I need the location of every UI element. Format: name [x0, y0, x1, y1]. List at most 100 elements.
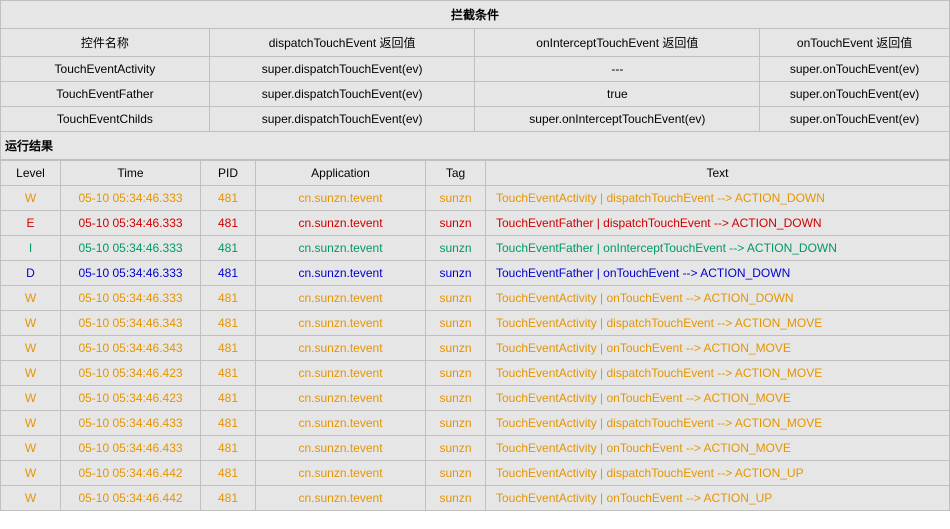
log-time: 05-10 05:34:46.343	[61, 336, 201, 361]
log-tag: sunzn	[426, 411, 486, 436]
log-pid: 481	[201, 311, 256, 336]
condition-row: TouchEventFathersuper.dispatchTouchEvent…	[1, 82, 950, 107]
log-level: W	[1, 461, 61, 486]
log-row: W05-10 05:34:46.423481cn.sunzn.teventsun…	[1, 386, 950, 411]
condition-cell: TouchEventFather	[1, 82, 210, 107]
log-row: W05-10 05:34:46.423481cn.sunzn.teventsun…	[1, 361, 950, 386]
log-table: Level Time PID Application Tag Text W05-…	[0, 160, 950, 511]
condition-cell: true	[475, 82, 760, 107]
col-ontouch: onTouchEvent 返回值	[760, 29, 950, 57]
log-tag: sunzn	[426, 336, 486, 361]
log-app: cn.sunzn.tevent	[256, 286, 426, 311]
log-level: W	[1, 311, 61, 336]
condition-row: TouchEventActivitysuper.dispatchTouchEve…	[1, 57, 950, 82]
log-level: W	[1, 386, 61, 411]
log-pid: 481	[201, 361, 256, 386]
condition-cell: super.onTouchEvent(ev)	[760, 82, 950, 107]
log-app: cn.sunzn.tevent	[256, 436, 426, 461]
log-tag: sunzn	[426, 461, 486, 486]
log-pid: 481	[201, 211, 256, 236]
log-text: TouchEventActivity | dispatchTouchEvent …	[486, 186, 950, 211]
log-row: W05-10 05:34:46.333481cn.sunzn.teventsun…	[1, 286, 950, 311]
log-pid: 481	[201, 236, 256, 261]
log-tag: sunzn	[426, 361, 486, 386]
log-tag: sunzn	[426, 236, 486, 261]
log-pid: 481	[201, 186, 256, 211]
log-text: TouchEventActivity | onTouchEvent --> AC…	[486, 386, 950, 411]
log-time: 05-10 05:34:46.333	[61, 286, 201, 311]
log-text: TouchEventActivity | onTouchEvent --> AC…	[486, 486, 950, 511]
log-header-row: Level Time PID Application Tag Text	[1, 161, 950, 186]
log-level: I	[1, 236, 61, 261]
log-row: I05-10 05:34:46.333481cn.sunzn.teventsun…	[1, 236, 950, 261]
col-dispatch: dispatchTouchEvent 返回值	[209, 29, 475, 57]
condition-cell: super.onTouchEvent(ev)	[760, 107, 950, 132]
log-text: TouchEventActivity | onTouchEvent --> AC…	[486, 286, 950, 311]
log-pid: 481	[201, 386, 256, 411]
log-app: cn.sunzn.tevent	[256, 236, 426, 261]
log-app: cn.sunzn.tevent	[256, 311, 426, 336]
log-app: cn.sunzn.tevent	[256, 261, 426, 286]
log-text: TouchEventActivity | onTouchEvent --> AC…	[486, 436, 950, 461]
log-row: W05-10 05:34:46.433481cn.sunzn.teventsun…	[1, 436, 950, 461]
log-time: 05-10 05:34:46.442	[61, 486, 201, 511]
condition-cell: super.dispatchTouchEvent(ev)	[209, 107, 475, 132]
condition-header-row: 控件名称 dispatchTouchEvent 返回值 onInterceptT…	[1, 29, 950, 57]
condition-cell: super.onTouchEvent(ev)	[760, 57, 950, 82]
log-time: 05-10 05:34:46.333	[61, 186, 201, 211]
log-time: 05-10 05:34:46.433	[61, 411, 201, 436]
log-pid: 481	[201, 261, 256, 286]
log-pid: 481	[201, 411, 256, 436]
log-tag: sunzn	[426, 286, 486, 311]
log-tag: sunzn	[426, 486, 486, 511]
log-app: cn.sunzn.tevent	[256, 386, 426, 411]
log-level: W	[1, 361, 61, 386]
log-pid: 481	[201, 336, 256, 361]
log-level: W	[1, 411, 61, 436]
log-row: W05-10 05:34:46.343481cn.sunzn.teventsun…	[1, 336, 950, 361]
condition-cell: TouchEventActivity	[1, 57, 210, 82]
log-app: cn.sunzn.tevent	[256, 336, 426, 361]
log-time: 05-10 05:34:46.333	[61, 236, 201, 261]
condition-cell: super.onInterceptTouchEvent(ev)	[475, 107, 760, 132]
log-row: W05-10 05:34:46.333481cn.sunzn.teventsun…	[1, 186, 950, 211]
log-time: 05-10 05:34:46.442	[61, 461, 201, 486]
log-pid: 481	[201, 461, 256, 486]
log-text: TouchEventActivity | dispatchTouchEvent …	[486, 411, 950, 436]
log-app: cn.sunzn.tevent	[256, 486, 426, 511]
log-text: TouchEventFather | dispatchTouchEvent --…	[486, 211, 950, 236]
log-tag: sunzn	[426, 261, 486, 286]
log-row: E05-10 05:34:46.333481cn.sunzn.teventsun…	[1, 211, 950, 236]
log-time: 05-10 05:34:46.333	[61, 261, 201, 286]
col-pid: PID	[201, 161, 256, 186]
log-tag: sunzn	[426, 386, 486, 411]
log-tag: sunzn	[426, 436, 486, 461]
col-control: 控件名称	[1, 29, 210, 57]
log-text: TouchEventActivity | onTouchEvent --> AC…	[486, 336, 950, 361]
col-intercept: onInterceptTouchEvent 返回值	[475, 29, 760, 57]
log-time: 05-10 05:34:46.423	[61, 386, 201, 411]
log-row: W05-10 05:34:46.442481cn.sunzn.teventsun…	[1, 461, 950, 486]
log-row: W05-10 05:34:46.433481cn.sunzn.teventsun…	[1, 411, 950, 436]
log-app: cn.sunzn.tevent	[256, 461, 426, 486]
log-tag: sunzn	[426, 186, 486, 211]
condition-cell: super.dispatchTouchEvent(ev)	[209, 82, 475, 107]
col-tag: Tag	[426, 161, 486, 186]
log-text: TouchEventActivity | dispatchTouchEvent …	[486, 461, 950, 486]
log-level: W	[1, 336, 61, 361]
condition-title: 拦截条件	[1, 1, 950, 29]
col-app: Application	[256, 161, 426, 186]
condition-row: TouchEventChildssuper.dispatchTouchEvent…	[1, 107, 950, 132]
log-time: 05-10 05:34:46.343	[61, 311, 201, 336]
log-pid: 481	[201, 436, 256, 461]
condition-cell: ---	[475, 57, 760, 82]
log-level: E	[1, 211, 61, 236]
condition-cell: super.dispatchTouchEvent(ev)	[209, 57, 475, 82]
log-row: W05-10 05:34:46.442481cn.sunzn.teventsun…	[1, 486, 950, 511]
log-level: D	[1, 261, 61, 286]
log-tag: sunzn	[426, 311, 486, 336]
log-time: 05-10 05:34:46.423	[61, 361, 201, 386]
log-app: cn.sunzn.tevent	[256, 361, 426, 386]
log-app: cn.sunzn.tevent	[256, 411, 426, 436]
log-pid: 481	[201, 486, 256, 511]
